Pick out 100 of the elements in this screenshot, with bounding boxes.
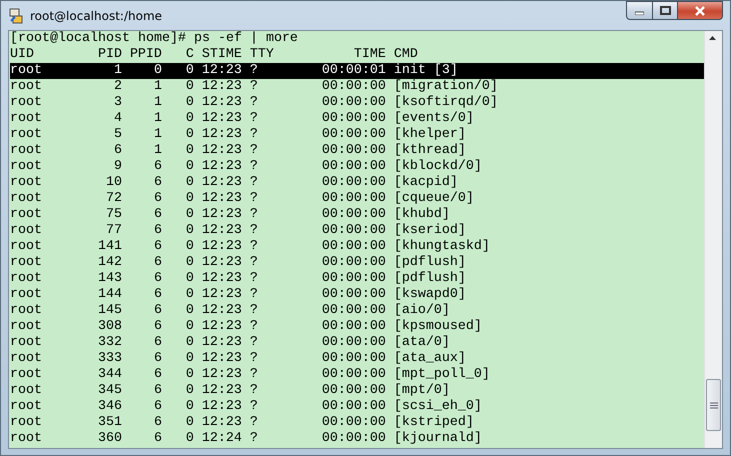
terminal-text: ? — [250, 351, 259, 367]
terminal-text: 75 — [104, 207, 122, 223]
terminal-text: 00:00:00 — [322, 431, 386, 447]
terminal-text: 00:00:00 — [322, 239, 386, 255]
terminal-text: STIME — [200, 47, 243, 63]
terminal-text: ? — [250, 207, 259, 223]
terminal-text: [khungtaskd] — [394, 239, 491, 255]
terminal-text: 0 — [184, 335, 194, 351]
terminal-text: 00:00:00 — [322, 399, 386, 415]
minimize-button[interactable] — [626, 1, 653, 20]
terminal-text: 0 — [184, 63, 194, 79]
terminal-text: 6 — [152, 367, 162, 383]
terminal-text: [scsi_eh_0] — [394, 399, 483, 415]
vertical-scrollbar[interactable] — [704, 31, 722, 448]
terminal-text: root — [10, 223, 43, 239]
terminal-text: 145 — [98, 303, 122, 319]
terminal-text: ? — [250, 415, 259, 431]
terminal-text: 12:23 — [200, 111, 243, 127]
terminal-text: [kacpid] — [394, 175, 459, 191]
terminal-text: [events/0] — [394, 111, 475, 127]
terminal-text: 0 — [184, 399, 194, 415]
scrollbar-thumb[interactable] — [706, 379, 721, 431]
terminal-text: 00:00:00 — [322, 207, 386, 223]
terminal-text: 345 — [98, 383, 122, 399]
terminal-text: root — [10, 191, 43, 207]
terminal-text: CMD — [394, 47, 419, 63]
terminal-text: [pdflush] — [394, 271, 467, 287]
terminal-text: 142 — [98, 255, 122, 271]
terminal-text: 5 — [112, 127, 122, 143]
terminal-text: [ata/0] — [394, 335, 451, 351]
terminal-text: ? — [250, 255, 259, 271]
terminal-text: 6 — [152, 207, 162, 223]
terminal-text: 12:23 — [200, 351, 243, 367]
terminal-text: 0 — [184, 191, 194, 207]
terminal-text: root — [10, 159, 43, 175]
terminal-text: 6 — [152, 223, 162, 239]
terminal-text: 00:00:00 — [322, 159, 386, 175]
terminal-text: 00:00:00 — [322, 127, 386, 143]
terminal-text: ? — [250, 319, 259, 335]
terminal-text: 12:23 — [200, 303, 243, 319]
terminal-text: 1 — [152, 127, 162, 143]
terminal-text: root — [10, 287, 43, 303]
terminal-text: 12:23 — [200, 399, 243, 415]
terminal-text: TIME — [352, 47, 386, 63]
maximize-icon — [660, 6, 670, 15]
terminal-text: 6 — [152, 303, 162, 319]
terminal-text: 12:23 — [200, 271, 243, 287]
close-button[interactable] — [677, 1, 723, 20]
terminal-text: 00:00:00 — [322, 95, 386, 111]
terminal-text: root — [10, 95, 43, 111]
terminal-text: [ksoftirqd/0] — [394, 95, 499, 111]
terminal-text: 12:23 — [200, 63, 243, 79]
terminal-text: 0 — [184, 127, 194, 143]
terminal-text: 0 — [184, 303, 194, 319]
terminal-text: [migration/0] — [394, 79, 499, 95]
terminal-text: root — [10, 79, 43, 95]
terminal-text: [kjournald] — [394, 431, 483, 447]
terminal-text: 00:00:00 — [322, 271, 386, 287]
terminal-text: 308 — [98, 319, 122, 335]
terminal-text: ? — [250, 367, 259, 383]
terminal-text: 12:23 — [200, 207, 243, 223]
terminal-text: [kseriod] — [394, 223, 467, 239]
terminal-text: 1 — [152, 143, 162, 159]
terminal-text: 9 — [112, 159, 122, 175]
terminal-text: 333 — [98, 351, 122, 367]
terminal-text: root — [10, 143, 43, 159]
terminal-text: 0 — [184, 223, 194, 239]
terminal-text: 6 — [152, 415, 162, 431]
terminal-text: 00:00:00 — [322, 383, 386, 399]
terminal-text: ? — [250, 303, 259, 319]
terminal-text: 1 — [152, 95, 162, 111]
terminal-text: [kpsmoused] — [394, 319, 483, 335]
terminal-text: 6 — [152, 383, 162, 399]
terminal-text: root — [10, 431, 43, 447]
terminal-text: 00:00:00 — [322, 79, 386, 95]
terminal-text: 144 — [98, 287, 122, 303]
terminal-text: 0 — [184, 95, 194, 111]
terminal-text: 0 — [184, 383, 194, 399]
terminal-text: root — [10, 127, 43, 143]
terminal-text: 1 — [152, 111, 162, 127]
terminal-text: ? — [250, 175, 259, 191]
terminal-text: 4 — [112, 111, 122, 127]
terminal-text: root — [10, 175, 43, 191]
terminal-text: 00:00:01 — [322, 63, 386, 79]
terminal-text: 12:23 — [200, 319, 243, 335]
maximize-button[interactable] — [652, 1, 678, 20]
terminal-text: root — [10, 207, 43, 223]
terminal-text: 6 — [152, 431, 162, 447]
terminal-text: [kthread] — [394, 143, 467, 159]
terminal-text: 00:00:00 — [322, 255, 386, 271]
terminal-text: 3 — [112, 95, 122, 111]
terminal-app-icon — [8, 8, 24, 24]
terminal-text: ? — [250, 431, 259, 447]
terminal-text: PPID — [128, 47, 162, 63]
terminal-text: 6 — [152, 159, 162, 175]
terminal-text: 12:23 — [200, 159, 243, 175]
terminal-text: ? — [250, 383, 259, 399]
terminal-text: 12:23 — [200, 223, 243, 239]
terminal-text: 12:23 — [200, 127, 243, 143]
terminal-text: root — [10, 63, 43, 79]
